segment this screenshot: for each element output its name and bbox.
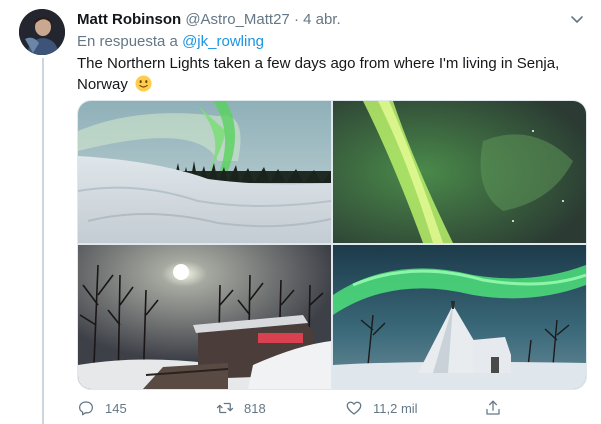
reply-context: En respuesta a @jk_rowling xyxy=(77,33,264,51)
photo-aurora-snowy-hill[interactable] xyxy=(78,101,331,243)
reply-prefix: En respuesta a xyxy=(77,33,178,50)
share-icon xyxy=(486,400,500,415)
like-count: 11,2 mil xyxy=(373,400,418,416)
photo-aurora-lavvu-tent[interactable] xyxy=(333,245,586,389)
tweet-header: Matt Robinson @Astro_Matt27 · 4 abr. xyxy=(77,11,341,29)
retweet-button[interactable]: 818 xyxy=(216,398,266,418)
reply-button[interactable]: 145 xyxy=(77,398,127,418)
author-name[interactable]: Matt Robinson xyxy=(77,11,181,28)
retweet-count: 818 xyxy=(244,400,266,416)
photo-aurora-closeup[interactable] xyxy=(333,101,586,243)
avatar[interactable] xyxy=(19,9,65,55)
separator-dot: · xyxy=(293,11,299,28)
author-handle[interactable]: @Astro_Matt27 xyxy=(185,11,289,28)
thread-connector-line xyxy=(42,58,44,424)
photo-cabin-trees-moon[interactable] xyxy=(78,245,331,389)
slightly-smiling-face-emoji xyxy=(135,75,152,92)
heart-icon xyxy=(346,401,362,415)
share-button[interactable] xyxy=(484,398,512,418)
chevron-down-icon[interactable] xyxy=(568,10,586,28)
tweet-actions: 145 818 11,2 mil xyxy=(77,398,585,418)
reply-icon xyxy=(78,401,94,416)
reply-mention-link[interactable]: @jk_rowling xyxy=(182,33,264,50)
tweet-date[interactable]: 4 abr. xyxy=(303,11,341,28)
reply-count: 145 xyxy=(105,400,127,416)
tweet-text: The Northern Lights taken a few days ago… xyxy=(77,53,582,95)
retweet-icon xyxy=(216,402,234,414)
like-button[interactable]: 11,2 mil xyxy=(345,398,418,418)
media-grid xyxy=(77,100,587,390)
